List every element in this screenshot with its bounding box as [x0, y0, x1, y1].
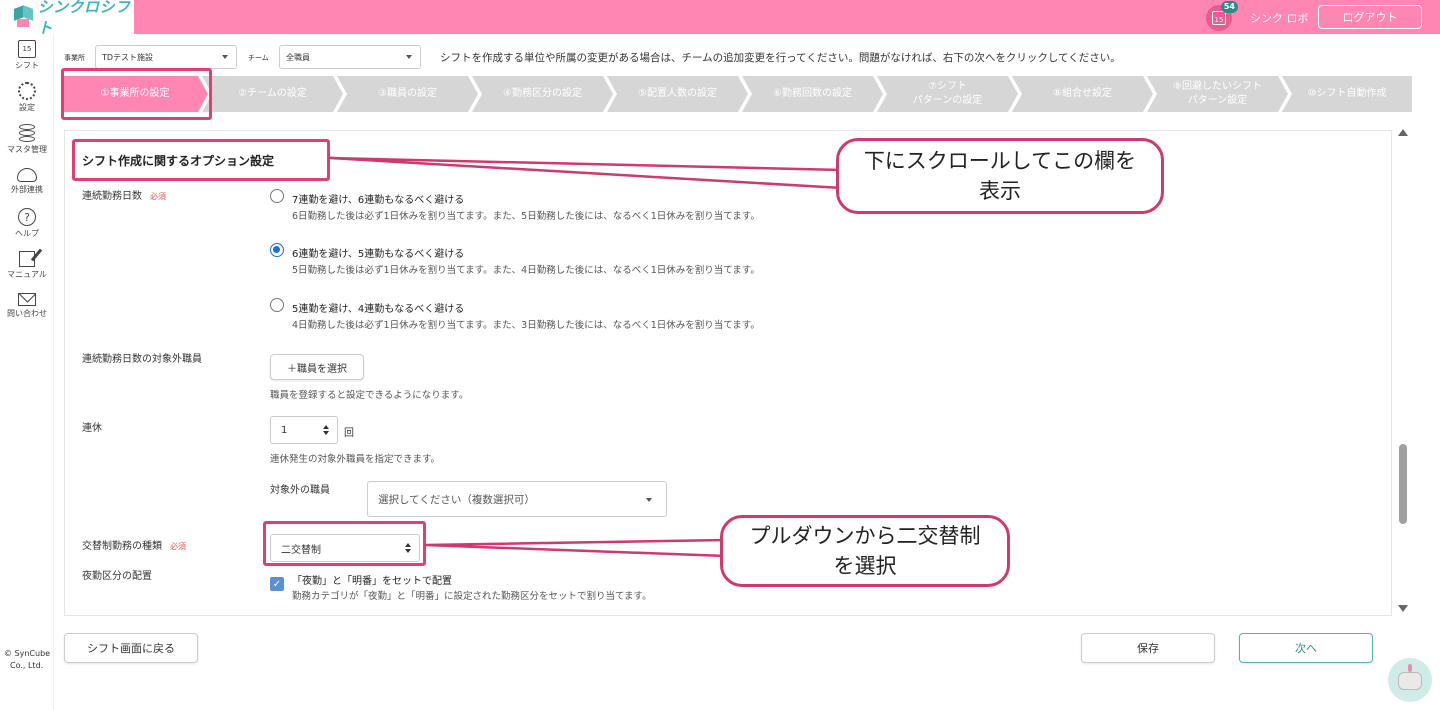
callout-scroll: 下にスクロールしてこの欄を 表示	[836, 138, 1164, 214]
callout-pointers	[328, 156, 844, 558]
next-button[interactable]: 次へ	[1239, 633, 1373, 663]
robot-mascot-icon[interactable]	[1388, 658, 1432, 702]
back-to-shift-button[interactable]: シフト画面に戻る	[64, 633, 198, 663]
callout-pulldown: プルダウンから二交替制 を選択	[720, 515, 1010, 587]
save-button[interactable]: 保存	[1081, 633, 1215, 663]
